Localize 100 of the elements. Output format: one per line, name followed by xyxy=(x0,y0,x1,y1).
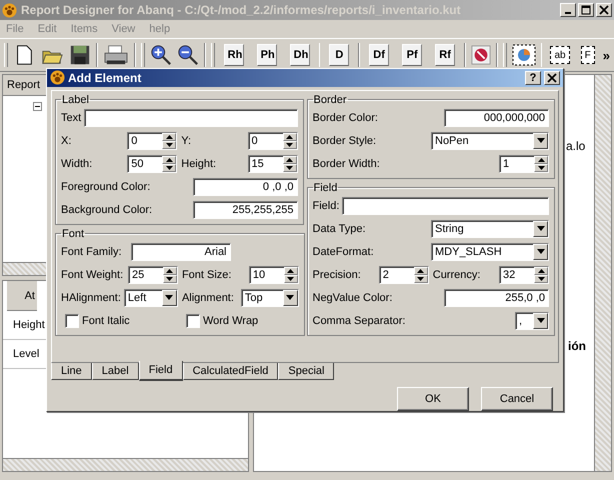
help-button[interactable]: ? xyxy=(525,70,541,85)
field-label: Text xyxy=(61,112,82,124)
text-field[interactable] xyxy=(342,196,549,215)
maximize-button[interactable] xyxy=(578,3,594,17)
dropdown-arrow-icon[interactable] xyxy=(165,295,174,300)
dialog-button[interactable]: OK xyxy=(397,386,469,411)
tab[interactable]: Label xyxy=(92,363,139,380)
dropdown-arrow-icon[interactable] xyxy=(536,226,544,232)
zoom-in-icon[interactable] xyxy=(150,44,172,66)
spin-box[interactable]: 50 xyxy=(127,154,178,173)
up-arrow-icon[interactable] xyxy=(538,268,544,273)
close-button[interactable] xyxy=(596,3,612,17)
up-arrow-icon[interactable] xyxy=(286,134,293,139)
up-arrow-icon[interactable] xyxy=(166,268,174,273)
dropdown-arrow-icon[interactable] xyxy=(536,318,544,324)
down-arrow-icon[interactable] xyxy=(166,166,173,170)
up-arrow-icon[interactable] xyxy=(417,268,424,273)
close-button[interactable] xyxy=(544,70,560,85)
chart-icon[interactable] xyxy=(512,44,536,66)
section-button[interactable]: Rf xyxy=(435,44,456,66)
dialog-button[interactable]: Cancel xyxy=(481,386,553,411)
down-arrow-icon[interactable] xyxy=(287,276,294,281)
color-field[interactable]: 0 ,0 ,0 xyxy=(192,178,298,196)
dropdown[interactable]: NoPen xyxy=(431,132,549,150)
section-button[interactable]: D xyxy=(329,44,350,66)
color-field[interactable]: 255,0 ,0 xyxy=(444,288,549,307)
minimize-button[interactable] xyxy=(560,3,576,17)
font-field[interactable]: Arial xyxy=(130,242,231,261)
field-label: Border Color: xyxy=(312,112,378,124)
canvas-text: a.lo xyxy=(566,139,586,153)
field-label: Field: xyxy=(312,200,340,212)
up-arrow-icon[interactable] xyxy=(286,158,293,162)
section-button[interactable]: Dh xyxy=(290,44,310,66)
dropdown-arrow-icon[interactable] xyxy=(286,295,294,300)
group-title: Label xyxy=(61,94,90,106)
field-label: Foreground Color: xyxy=(61,180,150,193)
down-arrow-icon[interactable] xyxy=(166,142,173,147)
spin-box[interactable]: 2 xyxy=(378,266,429,284)
down-arrow-icon[interactable] xyxy=(538,166,544,170)
checkbox[interactable] xyxy=(186,314,200,328)
field-label: Precision: xyxy=(312,268,361,281)
spin-box[interactable]: 25 xyxy=(128,266,178,284)
down-arrow-icon[interactable] xyxy=(538,276,544,281)
scrollbar[interactable] xyxy=(594,75,611,471)
field-label: Data Type: xyxy=(312,222,366,235)
down-arrow-icon[interactable] xyxy=(166,276,174,281)
spin-box[interactable]: 0 xyxy=(248,132,298,150)
checkbox[interactable] xyxy=(65,314,79,328)
field-tool-button[interactable]: F xyxy=(580,46,595,64)
collapse-icon[interactable] xyxy=(33,102,42,111)
tab[interactable]: Field xyxy=(138,361,183,382)
dropdown-arrow-icon[interactable] xyxy=(536,138,544,144)
dropdown[interactable]: Left xyxy=(124,288,178,307)
section-button[interactable]: Ph xyxy=(256,44,277,66)
text-field[interactable] xyxy=(84,108,298,127)
tab[interactable]: Line xyxy=(51,363,92,380)
spin-box[interactable]: 10 xyxy=(248,266,299,284)
scrollbar[interactable] xyxy=(3,458,248,471)
no-sign-icon[interactable] xyxy=(470,45,491,65)
down-arrow-icon[interactable] xyxy=(286,166,293,170)
dropdown[interactable]: String xyxy=(431,220,549,238)
section-button[interactable]: Pf xyxy=(402,44,422,66)
field-label: Font Family: xyxy=(61,246,122,258)
dropdown-arrow-icon[interactable] xyxy=(536,249,544,254)
up-arrow-icon[interactable] xyxy=(166,134,173,139)
field-label: Y: xyxy=(181,134,192,147)
tab[interactable]: CalculatedField xyxy=(182,363,278,380)
zoom-out-icon[interactable] xyxy=(176,44,199,66)
field-tool-button[interactable]: ab xyxy=(550,46,570,64)
section-button[interactable]: Df xyxy=(369,44,390,66)
up-arrow-icon[interactable] xyxy=(287,268,294,273)
spin-box[interactable]: 0 xyxy=(127,132,178,150)
down-arrow-icon[interactable] xyxy=(286,142,293,147)
down-arrow-icon[interactable] xyxy=(417,276,424,281)
spin-box[interactable]: 32 xyxy=(499,266,549,284)
field-label: Font Weight: xyxy=(61,268,124,281)
dropdown[interactable]: Top xyxy=(240,288,299,307)
color-field[interactable]: 000,000,000 xyxy=(444,108,549,127)
minimize-icon xyxy=(565,12,571,14)
section-button[interactable]: Rh xyxy=(224,44,244,66)
tab[interactable]: Special xyxy=(278,363,334,380)
color-field[interactable]: 255,255,255 xyxy=(192,200,298,219)
field-label: Comma Separator: xyxy=(312,314,406,327)
up-arrow-icon[interactable] xyxy=(166,158,173,162)
window-title: Report Designer for Abanq - C:/Qt-/mod_2.2/informes/reports/i_inventario.kut xyxy=(21,3,462,17)
dropdown[interactable]: , xyxy=(515,312,549,330)
spin-box[interactable]: 1 xyxy=(499,154,549,173)
spin-box[interactable]: 15 xyxy=(248,154,298,173)
print-icon[interactable] xyxy=(102,44,129,66)
group-title: Border xyxy=(312,94,348,106)
up-arrow-icon[interactable] xyxy=(538,158,544,162)
field-label: NegValue Color: xyxy=(312,292,392,304)
field-label: Border Style: xyxy=(312,134,376,147)
save-icon[interactable] xyxy=(69,44,92,66)
field-label: Background Color: xyxy=(61,204,152,216)
column-header: At xyxy=(7,281,37,311)
dropdown[interactable]: MDY_SLASH xyxy=(431,242,549,261)
checkbox-label: Word Wrap xyxy=(202,314,258,327)
group-title: Font xyxy=(61,228,86,240)
overflow-button[interactable]: » xyxy=(602,48,610,62)
